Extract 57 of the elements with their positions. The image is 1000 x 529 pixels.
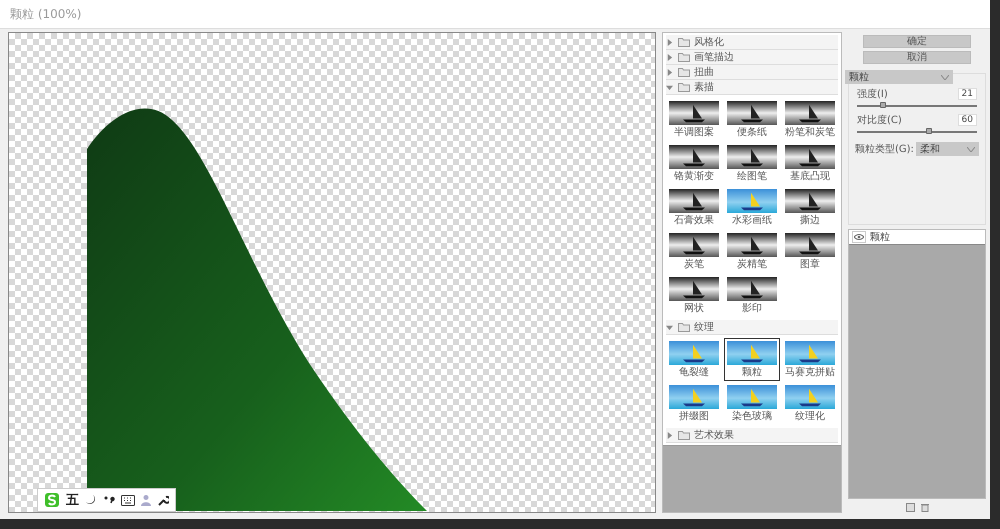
filter-thumbnail[interactable]: 颗粒 [724, 338, 780, 381]
moon-icon[interactable] [85, 494, 97, 506]
folder-icon [678, 38, 690, 46]
filter-group-header[interactable]: 风格化 [666, 35, 838, 50]
window-title: 颗粒 (100%) [10, 6, 82, 22]
filter-thumbnail[interactable]: 影印 [724, 274, 780, 317]
filter-group-header[interactable]: 纹理 [666, 320, 838, 335]
collapsed-arrow-icon [666, 54, 673, 60]
folder-icon [678, 322, 690, 332]
folder-icon [678, 430, 690, 440]
filter-thumbnail[interactable]: 便条纸 [724, 98, 780, 141]
filter-thumbnail[interactable]: 粉笔和炭笔 [782, 98, 838, 141]
dialog-button[interactable]: 确定 [863, 35, 971, 48]
value-field[interactable]: 60 [958, 114, 977, 126]
expanded-arrow-icon [666, 84, 673, 90]
filter-thumbnail[interactable]: 马赛克拼贴 [782, 338, 838, 381]
filter-thumbnail[interactable]: 网状 [666, 274, 722, 317]
input-mode-label[interactable]: 五 [66, 491, 79, 509]
filter-thumbnail[interactable]: 基底凸现 [782, 142, 838, 185]
filter-thumbnail[interactable]: 石膏效果 [666, 186, 722, 229]
expanded-arrow-icon [666, 324, 673, 330]
punctuation-icon[interactable] [103, 494, 115, 506]
new-layer-icon[interactable] [906, 503, 914, 512]
eye-icon[interactable] [852, 231, 866, 243]
filter-thumbnail[interactable]: 龟裂缝 [666, 338, 722, 381]
folder-icon [678, 68, 690, 76]
collapsed-arrow-icon [666, 38, 673, 46]
filter-thumbnail[interactable]: 拼缀图 [666, 382, 722, 425]
filter-thumbnail[interactable]: 水彩画纸 [724, 186, 780, 229]
filter-thumbnail[interactable]: 图章 [782, 230, 838, 273]
parameter-label: 颗粒类型(G): [855, 142, 914, 156]
collapsed-arrow-icon [666, 68, 673, 76]
filter-thumbnail[interactable]: 撕边 [782, 186, 838, 229]
slider-thumb[interactable] [880, 102, 886, 108]
filter-thumbnail[interactable]: 半调图案 [666, 98, 722, 141]
value-field[interactable]: 21 [958, 88, 977, 100]
filter-thumbnail[interactable]: 染色玻璃 [724, 382, 780, 425]
collapsed-arrow-icon [666, 432, 673, 438]
filter-thumbnail[interactable]: 纹理化 [782, 382, 838, 425]
parameter-label: 强度(I) [857, 88, 888, 101]
parameter-label: 对比度(C) [857, 114, 902, 127]
trash-icon[interactable] [920, 503, 928, 512]
dialog-button[interactable]: 取消 [863, 51, 971, 64]
slider-thumb[interactable] [926, 128, 932, 134]
filter-group-header[interactable]: 艺术效果 [666, 428, 838, 443]
filter-thumbnail[interactable]: 绘图笔 [724, 142, 780, 185]
grain-type-dropdown[interactable]: 柔和 [916, 142, 979, 156]
filter-thumbnail[interactable]: 炭精笔 [724, 230, 780, 273]
filter-group-header[interactable]: 扭曲 [666, 65, 838, 80]
filter-group-header[interactable]: 画笔描边 [666, 50, 838, 65]
filter-thumbnail[interactable]: 铬黄渐变 [666, 142, 722, 185]
filter-thumbnail[interactable]: 炭笔 [666, 230, 722, 273]
folder-icon [678, 52, 690, 62]
keyboard-icon[interactable] [121, 494, 135, 506]
folder-icon [678, 82, 690, 92]
filter-dropdown[interactable]: 颗粒 [845, 70, 953, 84]
filter-group-header[interactable]: 素描 [666, 80, 838, 95]
